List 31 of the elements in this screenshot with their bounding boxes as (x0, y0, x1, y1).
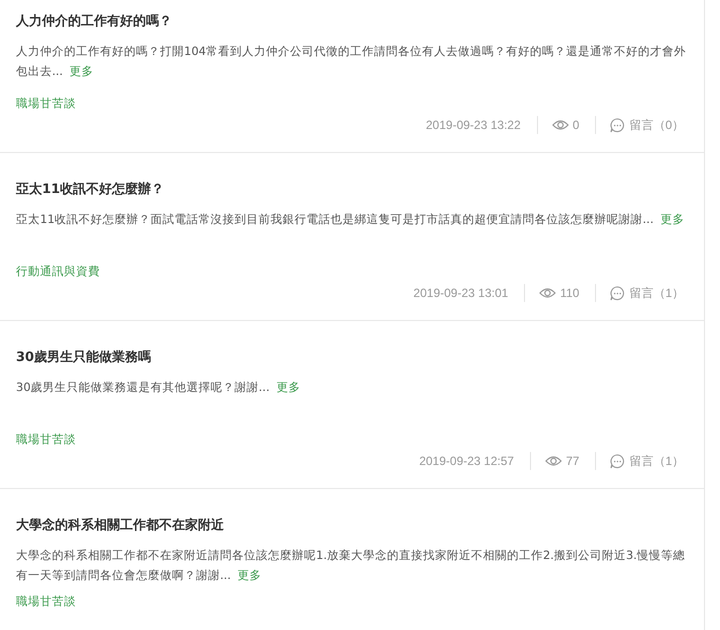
post-excerpt: 30歲男生只能做業務還是有其他選擇呢？謝謝... 更多 (16, 379, 302, 396)
post-title[interactable]: 人力仲介的工作有好的嗎？ (16, 13, 688, 31)
more-link[interactable]: 更多 (70, 64, 94, 78)
comment-link[interactable]: 留言（0） (629, 116, 684, 134)
view-count: 77 (566, 454, 580, 468)
post-title[interactable]: 亞太11收訊不好怎麼辦？ (16, 181, 688, 199)
comment-icon (610, 118, 626, 132)
eye-icon (539, 287, 556, 299)
post-date: 2019-09-23 13:01 (413, 286, 508, 300)
eye-icon (544, 455, 562, 467)
post-title[interactable]: 30歲男生只能做業務嗎 (16, 349, 688, 367)
view-count: 110 (560, 286, 580, 300)
post-excerpt: 人力仲介的工作有好的嗎？打開104常看到人力仲介公司代徵的工作請問各位有人去做過嗎？有好的嗎？還是通常不好的才會外包出去... 更多 (16, 43, 687, 80)
comment-icon (610, 286, 626, 300)
post-date: 2019-09-23 12:57 (419, 454, 514, 468)
more-link[interactable]: 更多 (238, 568, 262, 582)
category-link[interactable]: 職場甘苦談 (16, 594, 76, 608)
post-title[interactable]: 大學念的科系相關工作都不在家附近 (16, 517, 688, 535)
category-link[interactable]: 職場甘苦談 (16, 96, 76, 110)
post-excerpt: 大學念的科系相關工作都不在家附近請問各位該怎麼辦呢1.放棄大學念的直接找家附近不相關的工作2.搬到公司附近3.慢慢等總有一天等到請問各位會怎麼做啊？謝謝... 更多 (16, 547, 686, 584)
category-link[interactable]: 行動通訊與資費 (16, 264, 100, 278)
more-link[interactable]: 更多 (276, 380, 300, 394)
post-excerpt: 亞太11收訊不好怎麼辦？面試電話常沒接到目前我銀行電話也是綁這隻可是打市話真的超便宜請問各位該怎麼辦呢謝謝... 更多 (16, 211, 686, 228)
post-date: 2019-09-23 13:22 (426, 118, 521, 132)
category-link[interactable]: 職場甘苦談 (16, 432, 76, 446)
eye-icon (552, 119, 569, 131)
comment-icon (610, 454, 626, 468)
comment-link[interactable]: 留言（1） (629, 452, 684, 470)
comment-link[interactable]: 留言（1） (629, 284, 684, 302)
view-count: 0 (572, 118, 580, 132)
more-link[interactable]: 更多 (660, 212, 684, 226)
